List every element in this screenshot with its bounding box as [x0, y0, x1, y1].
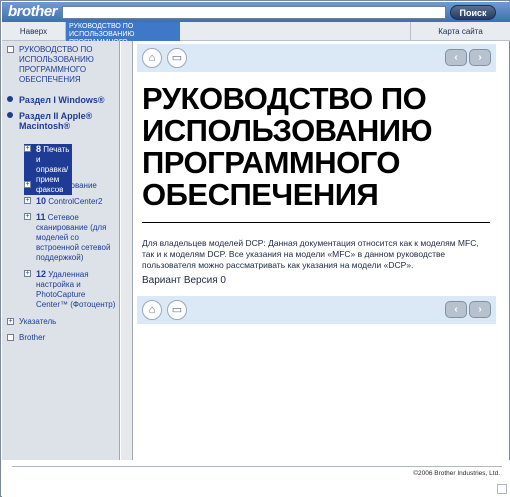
- search-input[interactable]: [62, 6, 446, 19]
- sidebar-item-brother[interactable]: Brother: [7, 333, 115, 343]
- bullet-icon: [7, 96, 13, 102]
- search-button[interactable]: Поиск: [450, 5, 496, 20]
- tab-sitemap[interactable]: Карта сайта: [410, 22, 510, 41]
- copyright-text: ©2006 Brother Industries, Ltd.: [413, 470, 500, 477]
- bullet-icon: [7, 112, 13, 118]
- page-icon: [7, 46, 14, 53]
- title-divider: [142, 222, 490, 223]
- dcp-notice: Для владельцев моделей DCP: Данная докум…: [142, 238, 479, 270]
- sidebar-item-section-windows[interactable]: Раздел I Windows®: [7, 95, 119, 105]
- expand-icon[interactable]: +: [24, 197, 31, 204]
- home-icon[interactable]: ⌂: [142, 48, 162, 68]
- prev-arrow-icon[interactable]: ‹: [445, 301, 467, 318]
- sidebar-subitem-12[interactable]: + 12 Удаленная настройка и PhotoCapture …: [24, 269, 116, 310]
- tab-row: Наверх РУКОВОДСТВО ПО ИСПОЛЬЗОВАНИЮ ПРОГ…: [2, 22, 510, 54]
- next-arrow-icon[interactable]: ›: [469, 301, 491, 318]
- tab-software-guide[interactable]: РУКОВОДСТВО ПО ИСПОЛЬЗОВАНИЮ ПРОГРАММНОГ…: [66, 22, 180, 54]
- footer: ©2006 Brother Industries, Ltd.: [2, 460, 510, 497]
- main-content: ⌂ ▭ ‹ › РУКОВОДСТВО ПО ИСПОЛЬЗОВАНИЮ ПРО…: [134, 41, 501, 460]
- sidebar-item-guide[interactable]: РУКОВОДСТВО ПО ИСПОЛЬЗОВАНИЮ ПРОГРАММНОГ…: [7, 45, 115, 85]
- resize-corner: [497, 484, 507, 494]
- expand-icon[interactable]: +: [24, 181, 31, 188]
- footer-divider: [12, 466, 502, 467]
- sidebar-subitem-11[interactable]: + 11 Сетевое сканирование (для моделей с…: [24, 212, 116, 263]
- print-icon[interactable]: ▭: [167, 300, 187, 320]
- print-icon[interactable]: ▭: [167, 48, 187, 68]
- app-window: brother Поиск Наверх РУКОВОДСТВО ПО ИСПО…: [0, 0, 510, 497]
- brother-logo: brother: [8, 3, 58, 20]
- bottom-nav-band: ⌂ ▭ ‹ ›: [137, 296, 496, 324]
- tab-back-to-top[interactable]: Наверх: [2, 22, 66, 41]
- sidebar-item-index[interactable]: + Указатель: [7, 317, 115, 327]
- next-arrow-icon[interactable]: ›: [469, 49, 491, 66]
- sidebar-scrollbar[interactable]: [121, 41, 133, 460]
- page-title: РУКОВОДСТВО ПО ИСПОЛЬЗОВАНИЮ ПРОГРАММНОГ…: [142, 81, 433, 212]
- expand-icon[interactable]: +: [7, 318, 14, 325]
- sidebar: РУКОВОДСТВО ПО ИСПОЛЬЗОВАНИЮ ПРОГРАММНОГ…: [2, 41, 120, 460]
- expand-icon[interactable]: +: [24, 270, 31, 277]
- sidebar-subitem-10[interactable]: + 10 ControlCenter2: [24, 196, 116, 207]
- sidebar-item-section-macintosh[interactable]: Раздел II Apple® Macintosh®: [7, 111, 107, 131]
- version-text: Вариант Версия 0: [142, 275, 226, 286]
- expand-icon[interactable]: +: [24, 145, 31, 152]
- prev-arrow-icon[interactable]: ‹: [445, 49, 467, 66]
- home-icon[interactable]: ⌂: [142, 300, 162, 320]
- page-icon: [7, 334, 14, 341]
- header-bar: brother Поиск: [2, 2, 510, 22]
- expand-icon[interactable]: +: [24, 213, 31, 220]
- sidebar-subitem-9[interactable]: + 9 Сканирование: [24, 180, 116, 191]
- top-nav-band: ⌂ ▭ ‹ ›: [137, 44, 496, 72]
